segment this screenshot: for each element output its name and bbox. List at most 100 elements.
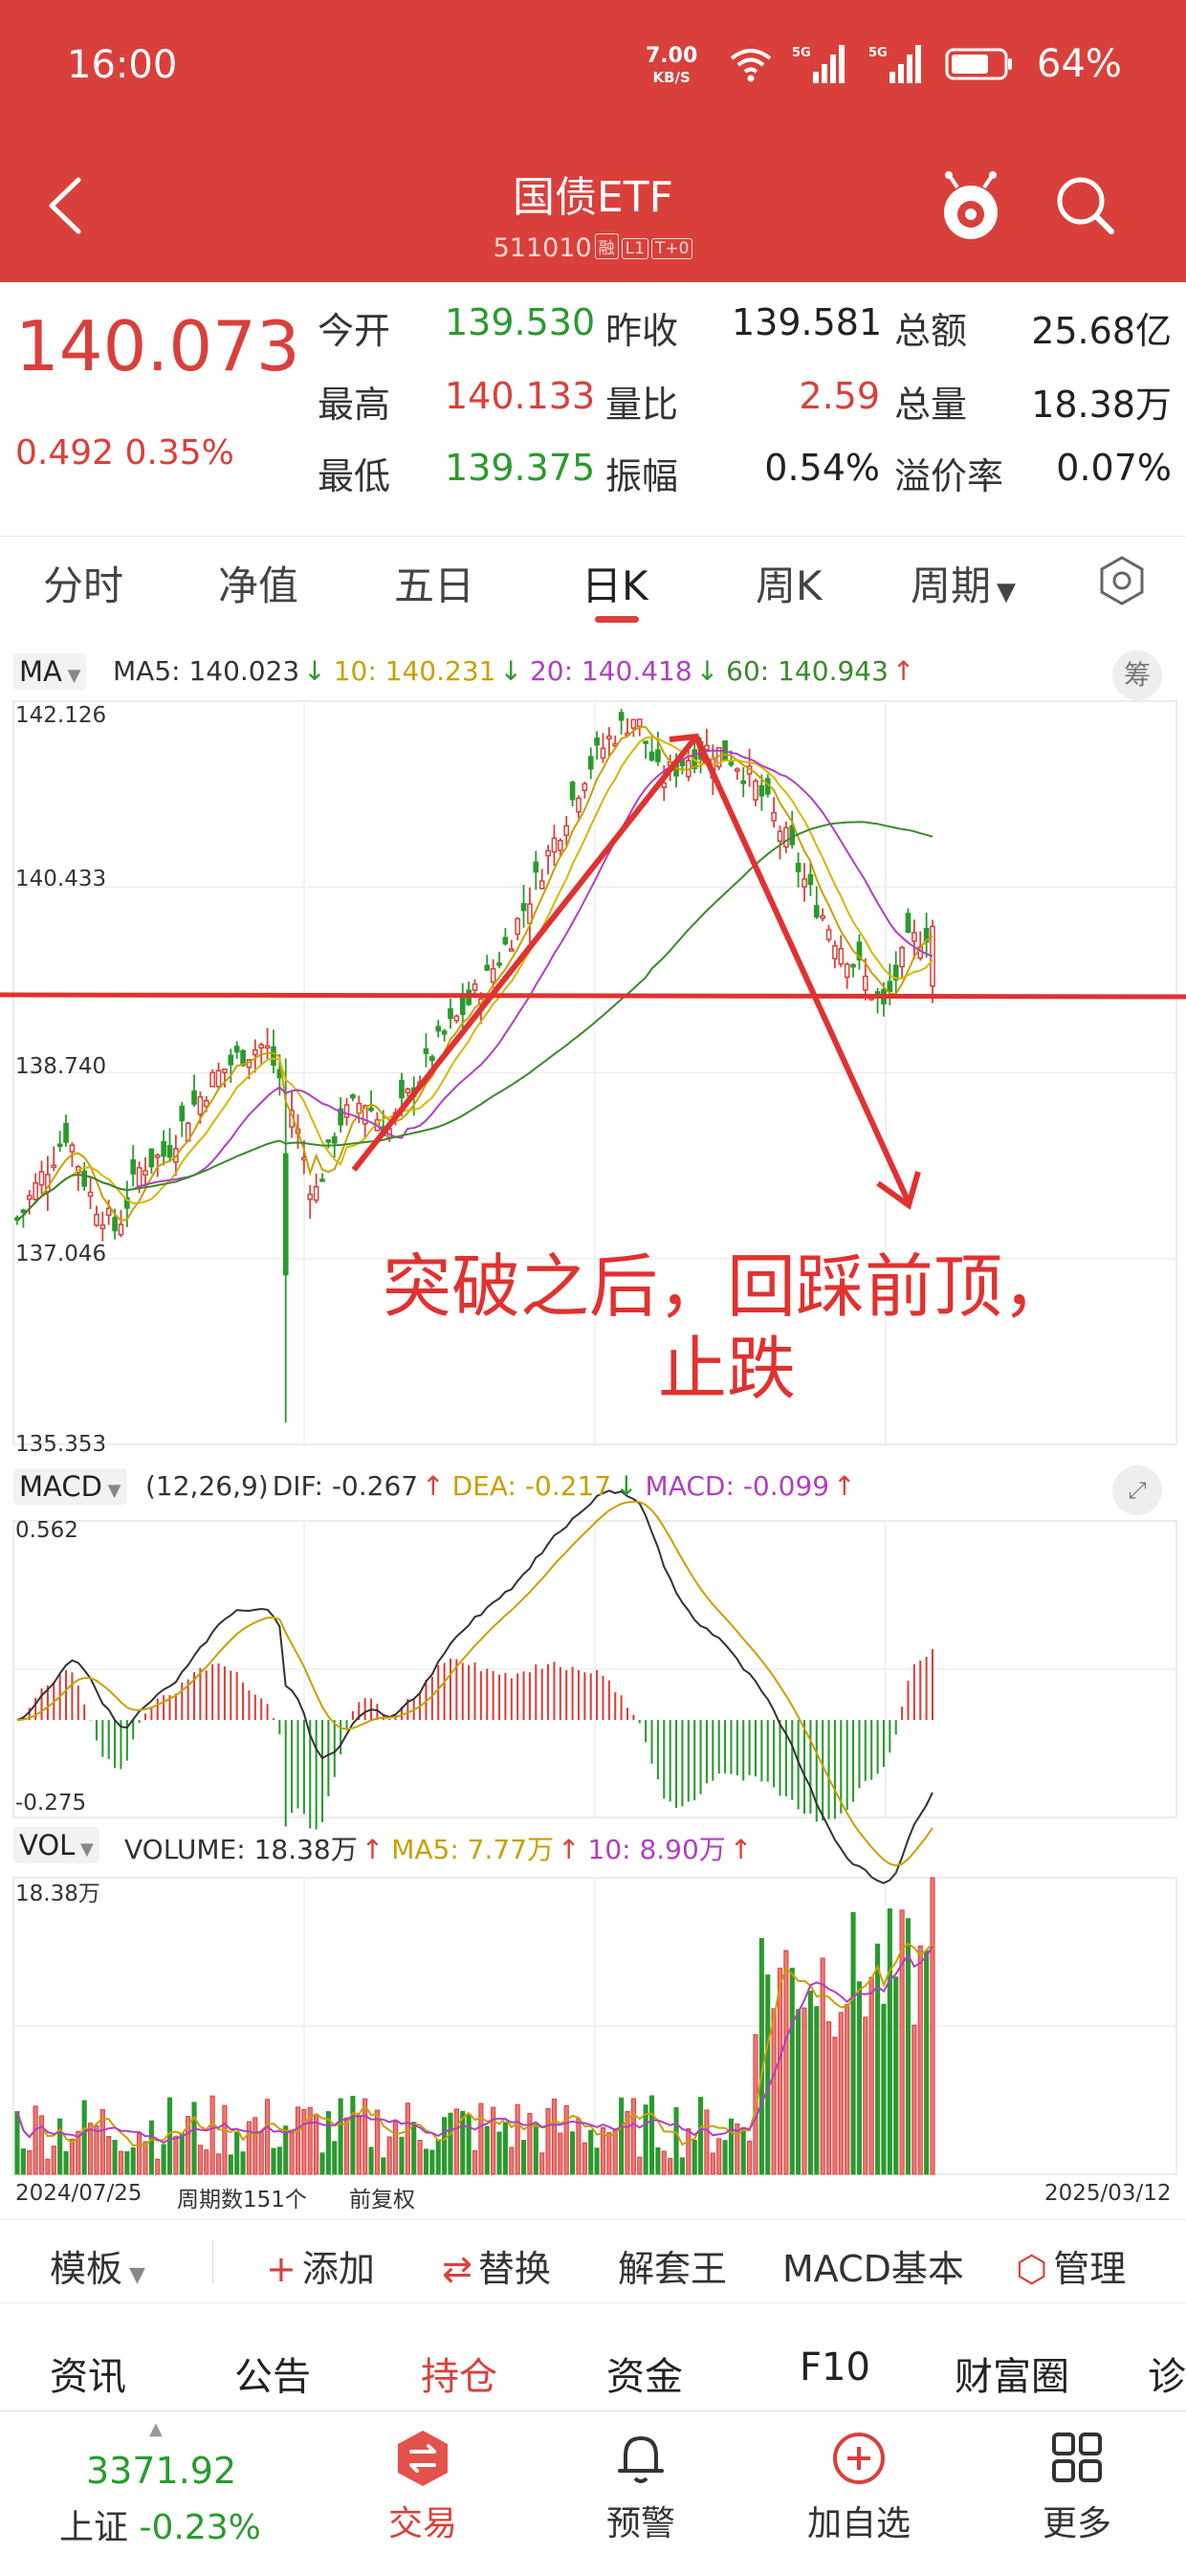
volume-bar <box>381 2157 386 2175</box>
tab-five-day[interactable]: 五日 <box>394 554 474 612</box>
volume-bar <box>405 2103 410 2175</box>
volume-bar <box>612 2127 618 2175</box>
tab-f10[interactable]: F10 <box>800 2345 870 2389</box>
candle-body <box>472 983 478 991</box>
svg-text:5G: 5G <box>792 46 811 60</box>
tab-intraday[interactable]: 分时 <box>43 554 123 612</box>
template-dropdown[interactable]: 模板 ▼ <box>50 2239 145 2292</box>
candle-body <box>63 1122 69 1143</box>
macd-basic-button[interactable]: MACD基本 <box>782 2239 964 2292</box>
candle-body <box>538 880 545 890</box>
tab-diagnosis[interactable]: 诊 <box>1148 2345 1186 2401</box>
status-icons: 5G 5G 64% <box>727 40 1122 88</box>
candle-body <box>735 768 740 772</box>
index-label[interactable]: 上证 -0.23% <box>59 2499 261 2549</box>
price-tick: 135.353 <box>15 1432 107 1457</box>
mascot-icon[interactable] <box>933 170 1009 247</box>
volume-bar <box>619 2097 625 2175</box>
volume-bar <box>588 2129 594 2175</box>
candle-body <box>258 1044 265 1049</box>
tag-t0: T+0 <box>650 238 693 259</box>
volume-bar <box>215 2153 222 2175</box>
kline-chart-svg[interactable] <box>0 636 1186 2214</box>
svg-text:5G: 5G <box>868 46 888 60</box>
volume-bar <box>740 2126 746 2175</box>
volume-bar <box>301 2108 307 2175</box>
period-label: 周期 <box>911 562 992 609</box>
search-icon[interactable] <box>1052 172 1119 239</box>
volume-bar <box>825 2021 832 2175</box>
battery-icon <box>945 48 1012 80</box>
tab-nav[interactable]: 净值 <box>218 554 298 612</box>
candle-body <box>545 849 551 857</box>
candle-body <box>197 1096 204 1115</box>
tab-announcements[interactable]: 公告 <box>234 2345 311 2401</box>
nav-trade[interactable]: 交易 <box>337 2429 509 2545</box>
volume-bar <box>20 2148 26 2175</box>
candle-body <box>81 1170 88 1187</box>
vol-selector[interactable]: VOL ▼ <box>13 1827 99 1863</box>
tab-daily-k[interactable]: 日K <box>582 554 648 612</box>
volume-bar <box>276 2147 282 2175</box>
volume-bar <box>38 2115 45 2175</box>
nav-alert[interactable]: 预警 <box>555 2429 727 2545</box>
macd-selector[interactable]: MACD ▼ <box>13 1468 127 1505</box>
nav-more[interactable]: 更多 <box>991 2429 1163 2545</box>
tab-period-dropdown[interactable]: 周期 ▼ <box>911 554 1016 612</box>
macd-legend: (12,26,9) DIF: -0.267 ↑ DEA: -0.217 ↓ MACD: -… <box>145 1470 860 1502</box>
macd-selector-label: MACD <box>19 1470 102 1503</box>
volume-bar <box>796 2009 802 2175</box>
volume-bar <box>710 2152 715 2175</box>
kline-chart-area[interactable]: MA ▼ MA5: 140.023 ↓ 10: 140.231 ↓ 20: 140.41… <box>0 636 1186 2214</box>
candle-body <box>143 1170 148 1176</box>
candle-body <box>33 1181 38 1200</box>
tab-wealth-circle[interactable]: 财富圈 <box>955 2345 1069 2401</box>
tab-weekly-k[interactable]: 周K <box>756 554 823 612</box>
volume-bar <box>637 2156 643 2175</box>
last-price: 140.073 <box>15 306 300 386</box>
candle-body <box>441 1030 448 1035</box>
candle-body <box>484 964 491 971</box>
expand-icon[interactable]: ⤢ <box>1112 1465 1162 1515</box>
add-indicator-button[interactable]: + 添加 <box>266 2239 375 2292</box>
volume-bar <box>765 1974 771 2175</box>
caret-down-icon: ▼ <box>997 578 1017 606</box>
candle-body <box>56 1143 63 1148</box>
tab-capital[interactable]: 资金 <box>606 2345 683 2401</box>
vol-ma5-line <box>16 1942 933 2147</box>
settings-hexagon-icon[interactable] <box>1093 552 1151 609</box>
candle-body <box>563 825 570 836</box>
ma-selector[interactable]: MA ▼ <box>13 653 87 690</box>
template-label: 模板 <box>50 2248 123 2290</box>
up-arrow-icon: ↑ <box>891 655 915 687</box>
tab-holdings[interactable]: 持仓 <box>421 2345 497 2401</box>
annotation-line-1: 突破之后，回踩前顶， <box>382 1246 1071 1327</box>
net-speed: 7.00 KB/S <box>646 46 697 88</box>
candle-body <box>319 1178 325 1182</box>
manage-button[interactable]: ⬡ 管理 <box>1016 2239 1126 2292</box>
volume-bar <box>343 2117 350 2175</box>
volume-bar <box>222 2104 228 2175</box>
vol-ma10-legend: 10: 8.90万 <box>587 1834 726 1865</box>
volume-bar <box>539 2152 545 2175</box>
volume-bar <box>166 2097 173 2175</box>
high-value: 140.133 <box>445 375 596 417</box>
volume-bar <box>747 2140 753 2175</box>
volume-bar <box>881 2003 887 2175</box>
candle-body <box>648 751 655 761</box>
tab-news[interactable]: 资讯 <box>50 2345 126 2401</box>
down-arrow-icon: ↓ <box>499 655 522 687</box>
index-value[interactable]: 3371.92 <box>86 2450 236 2492</box>
volume-bar <box>509 2147 515 2175</box>
volume-bar <box>484 2125 490 2175</box>
start-date: 2024/07/25 <box>15 2181 143 2206</box>
volume-bar <box>191 2102 197 2175</box>
volume-bar <box>289 2131 295 2175</box>
nav-add-watchlist[interactable]: 加自选 <box>773 2429 945 2545</box>
unwind-button[interactable]: 解套王 <box>618 2239 727 2292</box>
replace-button[interactable]: ⇄ 替换 <box>442 2239 551 2292</box>
volume-bar <box>850 1912 856 2175</box>
chip-button[interactable]: 筹 <box>1112 650 1162 700</box>
high-label: 最高 <box>318 384 391 426</box>
volume-bar <box>893 1976 899 2175</box>
